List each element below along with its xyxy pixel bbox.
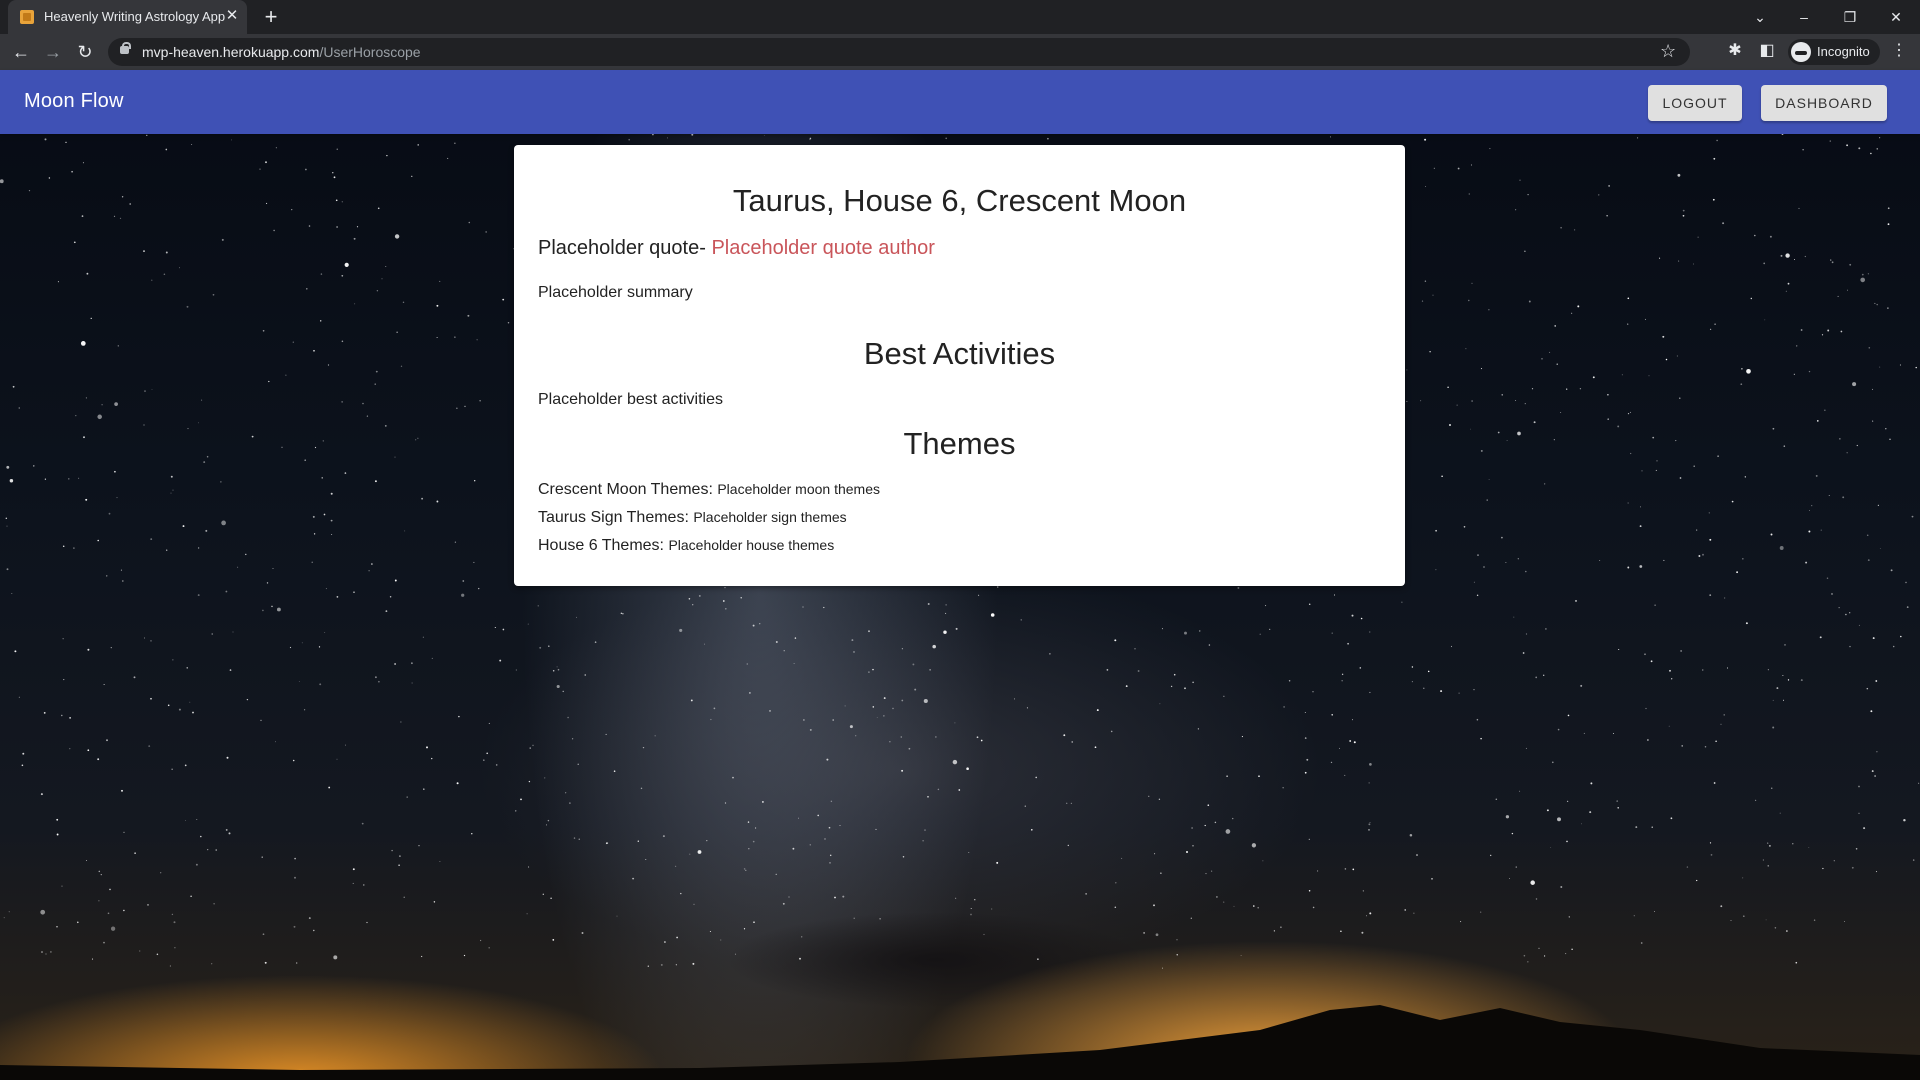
side-panel-icon[interactable]: ◧ <box>1754 38 1780 64</box>
lock-icon[interactable] <box>120 42 131 54</box>
theme-row-sign: Taurus Sign Themes: Placeholder sign the… <box>538 509 847 527</box>
theme-label: Taurus Sign Themes: <box>538 509 694 526</box>
theme-label: Crescent Moon Themes: <box>538 481 718 498</box>
app-header: Moon Flow LOGOUT DASHBOARD <box>0 70 1920 134</box>
horoscope-quote: Placeholder quote- Placeholder quote aut… <box>538 237 935 260</box>
back-arrow-icon[interactable]: ← <box>8 39 34 65</box>
app-title: Moon Flow <box>24 90 124 112</box>
horoscope-summary: Placeholder summary <box>538 284 693 301</box>
quote-text: Placeholder quote- <box>538 237 712 259</box>
minimize-window-icon[interactable]: – <box>1790 4 1818 30</box>
logout-button[interactable]: LOGOUT <box>1648 85 1742 121</box>
restore-window-icon[interactable]: ❐ <box>1836 4 1864 30</box>
theme-value: Placeholder house themes <box>668 537 835 553</box>
theme-value: Placeholder moon themes <box>717 481 880 497</box>
site-favicon-icon <box>20 10 34 24</box>
forward-arrow-icon[interactable]: → <box>40 39 66 65</box>
incognito-profile-chip[interactable]: Incognito <box>1788 39 1880 65</box>
browser-tab-strip: Heavenly Writing Astrology App ✕ + ⌄ – ❐… <box>0 0 1920 34</box>
theme-label: House 6 Themes: <box>538 537 669 554</box>
tab-search-icon[interactable]: ⌄ <box>1746 4 1774 30</box>
themes-heading: Themes <box>903 426 1016 461</box>
horoscope-title: Taurus, House 6, Crescent Moon <box>732 183 1187 218</box>
browser-toolbar: ← → ↻ mvp-heaven.herokuapp.com/UserHoros… <box>0 34 1920 70</box>
theme-row-moon: Crescent Moon Themes: Placeholder moon t… <box>538 481 880 499</box>
address-bar[interactable]: mvp-heaven.herokuapp.com/UserHoroscope ☆ <box>108 38 1690 66</box>
mountain-silhouette-image <box>0 1005 1920 1080</box>
quote-author: Placeholder quote author <box>711 237 935 259</box>
new-tab-button[interactable]: + <box>258 4 284 30</box>
best-activities-text: Placeholder best activities <box>538 391 723 408</box>
incognito-icon <box>1791 42 1811 62</box>
theme-value: Placeholder sign themes <box>693 509 847 525</box>
tab-title: Heavenly Writing Astrology App <box>44 9 226 24</box>
close-tab-icon[interactable]: ✕ <box>223 7 241 25</box>
reload-icon[interactable]: ↻ <box>72 39 98 65</box>
incognito-label: Incognito <box>1817 44 1870 59</box>
dashboard-button[interactable]: DASHBOARD <box>1761 85 1887 121</box>
browser-menu-icon[interactable]: ⋮ <box>1886 38 1912 64</box>
horoscope-card: Taurus, House 6, Crescent Moon Placehold… <box>514 145 1405 586</box>
close-window-icon[interactable]: ✕ <box>1882 4 1910 30</box>
browser-tab[interactable]: Heavenly Writing Astrology App ✕ <box>8 0 247 34</box>
extensions-puzzle-icon[interactable]: ✱ <box>1722 38 1748 64</box>
theme-row-house: House 6 Themes: Placeholder house themes <box>538 537 834 555</box>
best-activities-heading: Best Activities <box>863 336 1056 371</box>
bookmark-star-icon[interactable]: ☆ <box>1660 41 1676 62</box>
address-url[interactable]: mvp-heaven.herokuapp.com/UserHoroscope <box>142 44 421 60</box>
